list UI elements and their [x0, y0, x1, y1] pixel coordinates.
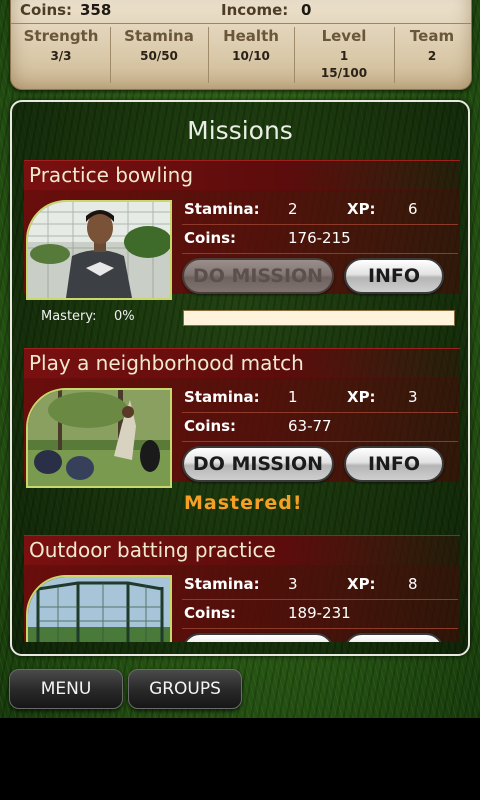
mission-photo-batting: [26, 575, 172, 642]
stat-value: 3/3: [50, 49, 72, 63]
stat-health: Health 10/10: [208, 25, 294, 85]
do-mission-button[interactable]: DO MISSION: [182, 633, 334, 642]
do-mission-button[interactable]: DO MISSION: [182, 446, 334, 482]
screen-bottom-area: [0, 718, 480, 800]
missions-panel: Missions Practice bowling Stamina: 2 XP:…: [10, 100, 470, 656]
stats-bar: Coins: 358 Income: 0 Strength 3/3 Stamin…: [10, 0, 472, 90]
mission-coins-row: Coins: 176-215: [182, 225, 458, 254]
menu-button[interactable]: MENU: [9, 669, 123, 709]
coins-label: Coins:: [184, 229, 237, 247]
mission-coins-row: Coins: 63-77: [182, 413, 458, 442]
coins-label: Coins:: [184, 604, 237, 622]
coins-label: Coins:: [20, 1, 73, 19]
game-screen: Coins: 358 Income: 0 Strength 3/3 Stamin…: [0, 0, 480, 718]
mission-photo-match: [26, 388, 172, 488]
xp-label: XP:: [347, 575, 376, 593]
stat-value: 2: [427, 49, 437, 63]
mission-title: Outdoor batting practice: [29, 538, 276, 562]
stat-name: Team: [409, 27, 455, 45]
mission-stats-row: Stamina: 2 XP: 6: [182, 196, 458, 225]
mastery-value: 0%: [114, 309, 135, 324]
coins-reward: 176-215: [288, 229, 351, 247]
mission-item: Practice bowling Stamina: 2 XP: 6 Coins:…: [24, 160, 460, 340]
missions-list[interactable]: Practice bowling Stamina: 2 XP: 6 Coins:…: [24, 160, 460, 642]
stat-value: 10/10: [232, 49, 270, 63]
stat-name: Stamina: [124, 27, 194, 45]
stat-level: Level 1 15/100: [294, 25, 394, 85]
mission-header: Outdoor batting practice: [24, 535, 460, 566]
mission-header: Play a neighborhood match: [24, 348, 460, 379]
stat-name: Level: [321, 27, 367, 45]
info-button[interactable]: INFO: [344, 633, 444, 642]
stat-value: 1: [339, 49, 349, 63]
info-button[interactable]: INFO: [344, 258, 444, 294]
stat-team: Team 2: [394, 25, 470, 85]
coins-reward: 189-231: [288, 604, 351, 622]
mission-item: Outdoor batting practice Stamina: 3 XP: …: [24, 535, 460, 642]
coins-reward: 63-77: [288, 417, 332, 435]
mission-photo-bowler: [26, 200, 172, 300]
level-progress: 15/100: [320, 66, 368, 80]
do-mission-button[interactable]: DO MISSION: [182, 258, 334, 294]
mission-header: Practice bowling: [24, 160, 460, 191]
stamina-label: Stamina:: [184, 388, 260, 406]
mission-title: Play a neighborhood match: [29, 351, 304, 375]
mission-item: Play a neighborhood match Stamina: 1 XP:…: [24, 348, 460, 528]
coins-value: 358: [80, 1, 112, 19]
stat-name: Strength: [23, 27, 99, 45]
coins-label: Coins:: [184, 417, 237, 435]
mastery-label: Mastery:: [41, 309, 97, 324]
stat-name: Health: [223, 27, 279, 45]
mastered-status: Mastered!: [184, 492, 303, 514]
info-button[interactable]: INFO: [344, 446, 444, 482]
income-label: Income:: [221, 1, 289, 19]
mission-stats-row: Stamina: 1 XP: 3: [182, 384, 458, 413]
mastery-progress-bar: [183, 310, 455, 326]
stat-strength: Strength 3/3: [11, 25, 111, 85]
stamina-cost: 3: [288, 575, 298, 593]
income-value: 0: [301, 1, 312, 19]
mission-title: Practice bowling: [29, 163, 194, 187]
mission-coins-row: Coins: 189-231: [182, 600, 458, 629]
stamina-cost: 2: [288, 200, 298, 218]
xp-label: XP:: [347, 200, 376, 218]
xp-reward: 6: [408, 200, 418, 218]
xp-reward: 3: [408, 388, 418, 406]
mission-stats-row: Stamina: 3 XP: 8: [182, 571, 458, 600]
stamina-cost: 1: [288, 388, 298, 406]
stamina-label: Stamina:: [184, 200, 260, 218]
panel-title: Missions: [187, 116, 293, 145]
stamina-label: Stamina:: [184, 575, 260, 593]
groups-button[interactable]: GROUPS: [128, 669, 242, 709]
currency-row: Coins: 358 Income: 0: [11, 1, 471, 24]
xp-label: XP:: [347, 388, 376, 406]
xp-reward: 8: [408, 575, 418, 593]
stat-value: 50/50: [140, 49, 178, 63]
stat-stamina: Stamina 50/50: [110, 25, 208, 85]
